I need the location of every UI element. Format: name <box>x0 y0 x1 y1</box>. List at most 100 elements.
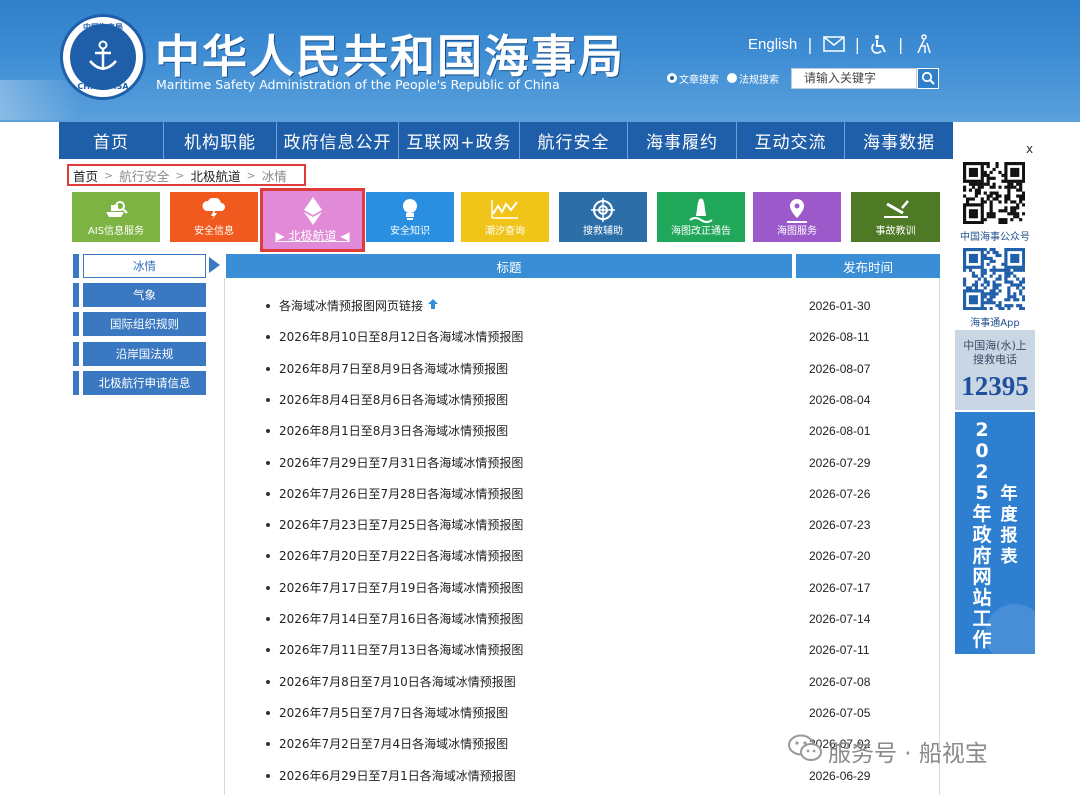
nav-item-gov-info[interactable]: 政府信息公开 <box>277 122 399 159</box>
bullet-icon <box>266 304 270 308</box>
tile-tide-query[interactable]: 潮汐查询 <box>461 192 549 242</box>
article-title-link[interactable]: 2026年8月4日至8月6日各海域冰情预报图 <box>279 385 508 416</box>
tile-accident-lessons[interactable]: 事故教训 <box>851 192 940 242</box>
table-row[interactable]: 2026年8月1日至8月3日各海域冰情预报图 2026-08-01 <box>226 416 938 447</box>
table-row[interactable]: 2026年7月20日至7月22日各海域冰情预报图 2026-07-20 <box>226 541 938 572</box>
sidebar-item-coastal-laws[interactable]: 沿岸国法规 <box>83 342 206 366</box>
nav-item-interaction[interactable]: 互动交流 <box>737 122 845 159</box>
mail-icon[interactable] <box>822 36 845 52</box>
breadcrumb-navigation-safety[interactable]: 航行安全 <box>119 166 169 185</box>
article-title-link[interactable]: 2026年7月17日至7月19日各海域冰情预报图 <box>279 573 523 604</box>
article-title-link[interactable]: 各海域冰情预报图网页链接 <box>279 291 439 322</box>
article-date: 2026-07-29 <box>809 455 871 470</box>
breadcrumb-separator: > <box>104 168 114 182</box>
nav-item-data[interactable]: 海事数据 <box>845 122 953 159</box>
search-button[interactable] <box>917 67 939 89</box>
rescue-hotline-banner[interactable]: 中国海(水)上 搜救电话 12395 <box>955 330 1035 410</box>
article-title-link[interactable]: 2026年8月10日至8月12日各海域冰情预报图 <box>279 322 523 353</box>
tile-sar-assist[interactable]: 搜救辅助 <box>559 192 647 242</box>
tile-safety-knowledge[interactable]: 安全知识 <box>366 192 454 242</box>
site-title[interactable]: 中华人民共和国海事局 <box>155 20 625 85</box>
breadcrumb-home[interactable]: 首页 <box>73 166 98 185</box>
table-row[interactable]: 2026年7月29日至7月31日各海域冰情预报图 2026-07-29 <box>226 448 938 479</box>
nav-item-internet-gov[interactable]: 互联网+政务 <box>399 122 520 159</box>
tile-safety-info[interactable]: 安全信息 <box>170 192 258 242</box>
article-title-link[interactable]: 2026年8月1日至8月3日各海域冰情预报图 <box>279 416 508 447</box>
table-row[interactable]: 2026年8月10日至8月12日各海域冰情预报图 2026-08-11 <box>226 322 938 353</box>
annual-report-banner[interactable]: 2025年政府网站工作 年度报表 <box>955 412 1035 654</box>
ship-search-icon <box>72 198 160 220</box>
nav-item-compliance[interactable]: 海事履约 <box>628 122 737 159</box>
tile-arctic-route[interactable]: ▶ 北极航道 ◀ <box>263 191 362 249</box>
close-icon[interactable]: x <box>1026 142 1033 156</box>
table-row[interactable]: 2026年7月11日至7月13日各海域冰情预报图 2026-07-11 <box>226 635 938 666</box>
bullet-icon <box>266 679 270 684</box>
article-date: 2026-07-11 <box>809 643 870 658</box>
article-title-link[interactable]: 2026年7月26日至7月28日各海域冰情预报图 <box>279 479 523 510</box>
breadcrumb-arctic-route[interactable]: 北极航道 <box>190 166 240 185</box>
tile-chart-service[interactable]: 海图服务 <box>753 192 841 242</box>
article-date: 2026-08-01 <box>809 424 871 439</box>
buoy-icon <box>657 198 745 224</box>
sidebar-item-arctic-application[interactable]: 北极航行申请信息 <box>83 371 206 395</box>
article-title-link[interactable]: 2026年7月2日至7月4日各海域冰情预报图 <box>279 729 508 760</box>
nav-item-home[interactable]: 首页 <box>59 122 164 159</box>
qr-code-wechat[interactable] <box>963 162 1026 225</box>
tile-ais[interactable]: AIS信息服务 <box>72 192 160 242</box>
article-title-link[interactable]: 2026年7月29日至7月31日各海域冰情预报图 <box>279 448 523 479</box>
qr-code-app[interactable] <box>963 248 1026 311</box>
article-search-radio[interactable]: 文章搜索 <box>667 71 719 86</box>
bullet-icon <box>266 742 270 747</box>
article-title-link[interactable]: 2026年7月20日至7月22日各海域冰情预报图 <box>279 541 523 572</box>
article-title-link[interactable]: 2026年8月7日至8月9日各海域冰情预报图 <box>279 354 508 385</box>
report-title-text: 年度报表 <box>1000 484 1018 567</box>
sidebar-item-ice[interactable]: 冰情 <box>83 254 206 278</box>
table-row[interactable]: 2026年7月14日至7月16日各海域冰情预报图 2026-07-14 <box>226 604 938 635</box>
table-row[interactable]: 2026年7月23日至7月25日各海域冰情预报图 2026-07-23 <box>226 510 938 541</box>
sidebar-marker <box>73 371 79 395</box>
article-title-link[interactable]: 2026年7月8日至7月10日各海域冰情预报图 <box>279 667 516 698</box>
sidebar-marker <box>73 254 79 278</box>
article-title-link[interactable]: 2026年7月14日至7月16日各海域冰情预报图 <box>279 604 523 635</box>
accessibility-icon[interactable] <box>870 34 888 54</box>
msa-logo[interactable]: 中国海事局 CHINA MSA <box>60 14 146 100</box>
table-row[interactable]: 2026年7月5日至7月7日各海域冰情预报图 2026-07-05 <box>226 698 938 729</box>
radio-selected-icon <box>667 73 677 83</box>
sidebar-item-weather[interactable]: 气象 <box>83 283 206 307</box>
separator: | <box>854 34 860 54</box>
search-input[interactable]: 请输入关键字 <box>791 67 917 89</box>
table-row[interactable]: 2026年7月26日至7月28日各海域冰情预报图 2026-07-26 <box>226 479 938 510</box>
article-title-link[interactable]: 2026年6月29日至7月1日各海域冰情预报图 <box>279 761 516 792</box>
table-row[interactable]: 2026年8月7日至8月9日各海域冰情预报图 2026-08-07 <box>226 354 938 385</box>
nav-item-navigation-safety[interactable]: 航行安全 <box>520 122 628 159</box>
radio-unselected-icon <box>727 73 737 83</box>
separator: | <box>897 34 904 54</box>
elder-mode-icon[interactable] <box>913 34 933 54</box>
divider <box>939 278 940 795</box>
article-title-link[interactable]: 2026年7月23日至7月25日各海域冰情预报图 <box>279 510 523 541</box>
table-row[interactable]: 2026年8月4日至8月6日各海域冰情预报图 2026-08-04 <box>226 385 938 416</box>
diamond-icon <box>263 197 362 225</box>
table-row[interactable]: 各海域冰情预报图网页链接 2026-01-30 <box>226 291 938 322</box>
article-title-link[interactable]: 2026年7月5日至7月7日各海域冰情预报图 <box>279 698 508 729</box>
tile-label: 安全信息 <box>194 226 234 237</box>
qr-label-app: 海事通App <box>970 318 1020 329</box>
pinned-up-arrow-icon <box>427 291 439 322</box>
table-row[interactable]: 2026年7月17日至7月19日各海域冰情预报图 2026-07-17 <box>226 573 938 604</box>
logo-text-top: 中国海事局 <box>83 23 123 32</box>
nav-item-functions[interactable]: 机构职能 <box>164 122 277 159</box>
tile-label: AIS信息服务 <box>87 226 145 237</box>
article-date: 2026-08-11 <box>809 330 870 345</box>
law-search-radio[interactable]: 法规搜索 <box>727 71 779 86</box>
bullet-icon <box>266 366 270 371</box>
english-link[interactable]: English <box>748 36 797 53</box>
tile-chart-correction[interactable]: 海图改正通告 <box>657 192 745 242</box>
target-icon <box>559 198 647 222</box>
bullet-icon <box>266 585 270 590</box>
article-title-link[interactable]: 2026年7月11日至7月13日各海域冰情预报图 <box>279 635 523 666</box>
table-row[interactable]: 2026年7月8日至7月10日各海域冰情预报图 2026-07-08 <box>226 667 938 698</box>
table-header-title: 标题 <box>226 254 792 278</box>
bullet-icon <box>266 335 270 340</box>
sidebar-item-intl-rules[interactable]: 国际组织规则 <box>83 312 206 336</box>
watermark: 服务号 · 船视宝 <box>788 734 988 768</box>
